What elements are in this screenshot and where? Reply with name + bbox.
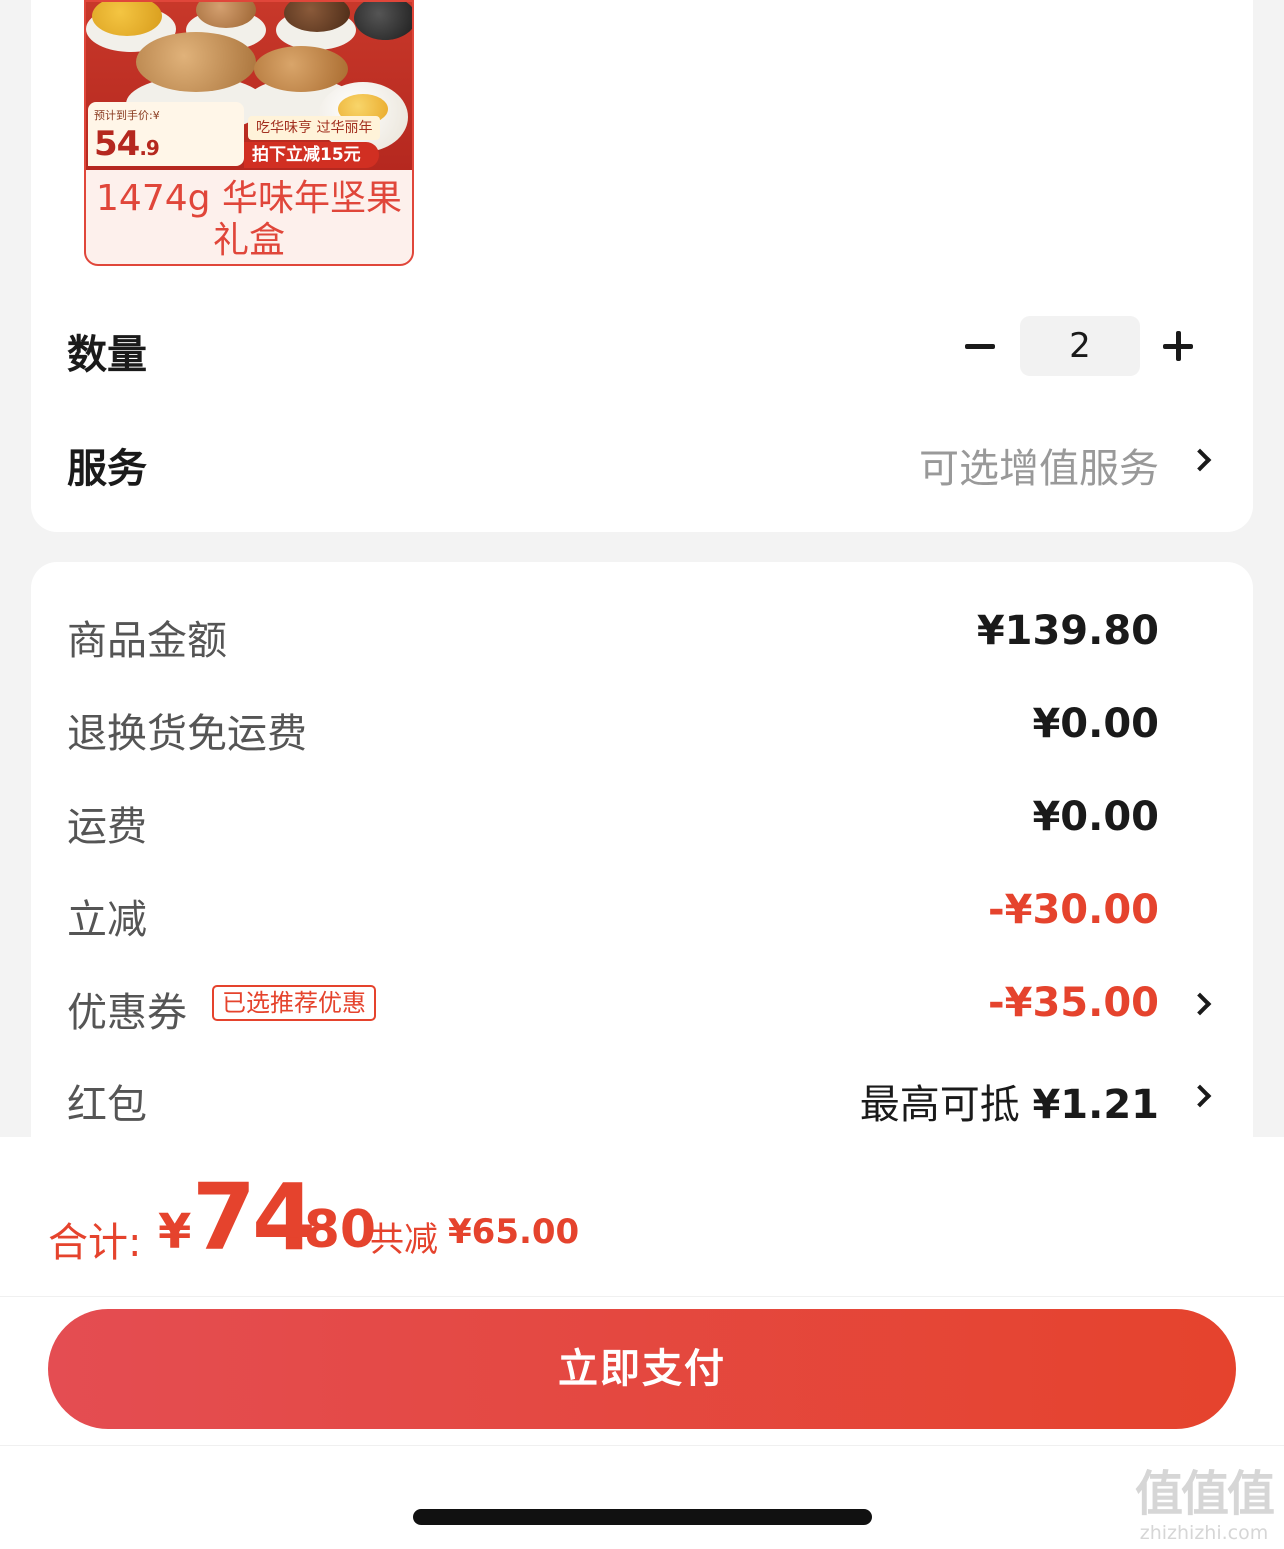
red-packet-amount: ¥1.21: [1032, 1082, 1159, 1128]
service-label: 服务: [67, 446, 147, 492]
goods-amount-label: 商品金额: [67, 618, 227, 664]
coupon-label: 优惠券: [67, 990, 187, 1036]
watermark-text: zhizhizhi.com: [1139, 1522, 1269, 1544]
promo-discount: 拍下立减15元: [244, 142, 379, 168]
pay-now-button[interactable]: 立即支付: [48, 1309, 1236, 1429]
footer-divider: [0, 1296, 1284, 1297]
price-tag-prefix: 预计到手价:¥: [94, 109, 160, 122]
total-currency: ¥: [158, 1204, 192, 1260]
product-thumbnail[interactable]: 预计到手价:¥ 54.9 吃华味亨 过华丽年 拍下立减15元 1474g 华味年…: [84, 0, 414, 266]
total-amount-decimal: .80: [284, 1200, 377, 1260]
service-value[interactable]: 可选增值服务: [919, 436, 1159, 494]
return-shipping-label: 退换货免运费: [67, 711, 307, 757]
price-tag: 预计到手价:¥ 54.9: [88, 102, 244, 166]
red-packet-label: 红包: [67, 1082, 147, 1128]
quantity-label: 数量: [67, 332, 147, 378]
promo-slogan: 吃华味亨 过华丽年: [248, 116, 381, 140]
total-saved-label: 共减: [370, 1220, 438, 1260]
red-packet-prefix: 最高可抵: [859, 1082, 1020, 1128]
quantity-decrease-button[interactable]: [950, 316, 1010, 376]
shipping-value: ¥0.00: [1032, 794, 1159, 840]
price-tag-dec: .9: [139, 136, 159, 160]
watermark: 值值值 zhizhizhi.com: [1134, 1466, 1275, 1544]
price-tag-value: 54.9: [94, 124, 160, 164]
shipping-label: 运费: [67, 804, 147, 850]
goods-amount-value: ¥139.80: [976, 608, 1159, 654]
return-shipping-value: ¥0.00: [1032, 701, 1159, 747]
quantity-value[interactable]: 2: [1020, 316, 1140, 376]
home-indicator[interactable]: [413, 1509, 872, 1525]
coupon-selected-badge: 已选推荐优惠: [212, 985, 376, 1021]
total-saved-amount: ¥65.00: [448, 1212, 580, 1252]
watermark-logo: 值值值: [1134, 1466, 1275, 1522]
quantity-increase-button[interactable]: [1148, 316, 1208, 376]
total-label: 合计:: [48, 1220, 142, 1266]
red-packet-value[interactable]: 最高可抵 ¥1.21: [860, 1072, 1159, 1130]
product-caption: 1474g 华味年坚果礼盒: [96, 178, 402, 261]
coupon-value[interactable]: -¥35.00: [988, 980, 1159, 1026]
instant-discount-value: -¥30.00: [988, 887, 1159, 933]
footer-divider-bottom: [0, 1445, 1284, 1446]
instant-discount-label: 立减: [67, 897, 147, 943]
price-tag-int: 54: [94, 124, 140, 164]
